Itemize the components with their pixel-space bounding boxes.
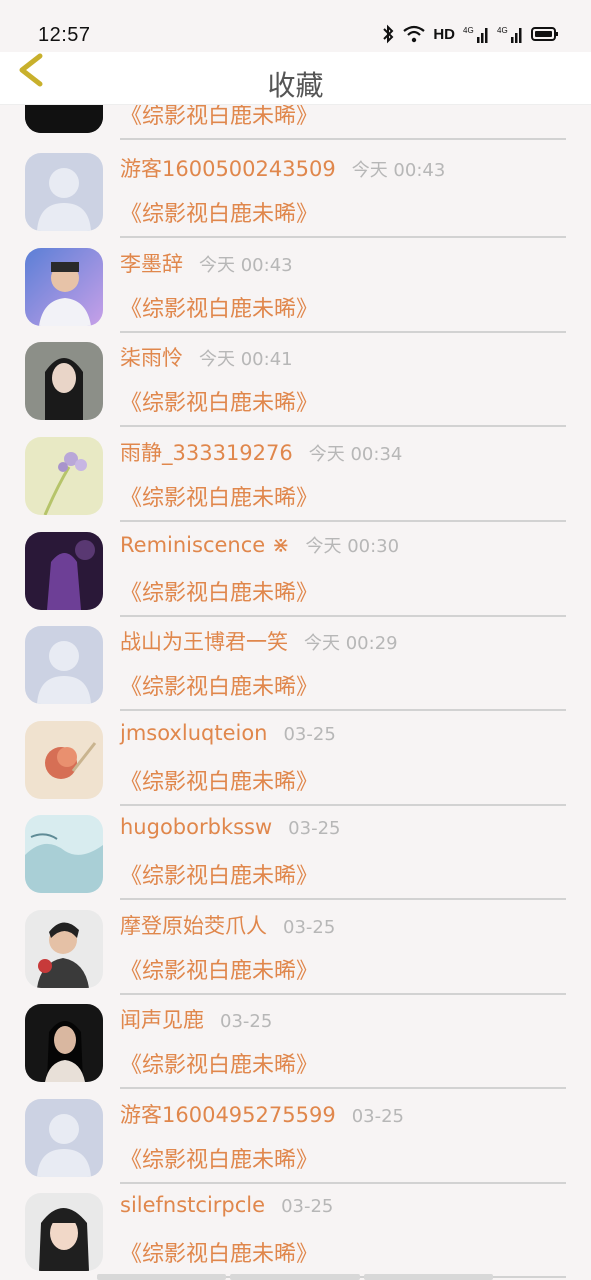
wifi-icon — [403, 25, 426, 43]
signal-icon: 4G — [497, 26, 522, 43]
timestamp: 今天 00:41 — [199, 349, 293, 370]
flower-avatar — [25, 721, 103, 799]
user-name[interactable]: 游客1600500243509 — [120, 157, 336, 181]
timestamp: 今天 00:29 — [304, 633, 398, 654]
favorite-title: 《综影视白鹿未晞》 — [120, 581, 319, 606]
timestamp: 今天 00:43 — [199, 255, 293, 276]
list-item[interactable]: hugoborbkssw 03-25 《综影视白鹿未晞》 — [0, 805, 591, 900]
default-user-avatar — [25, 153, 103, 231]
timestamp: 今天 00:34 — [308, 444, 403, 465]
avatar — [25, 248, 103, 326]
user-name[interactable]: 雨静_333319276 — [120, 441, 293, 465]
timestamp: 03-25 — [283, 724, 336, 745]
user-name[interactable]: 闻声见鹿 — [120, 1008, 204, 1032]
list-item[interactable]: Reminiscence ⋇ 今天 00:30 《综影视白鹿未晞》 — [0, 522, 591, 617]
list-item[interactable]: 柒雨怜 今天 00:41 《综影视白鹿未晞》 — [0, 332, 591, 427]
favorite-title: 《综影视白鹿未晞》 — [120, 675, 319, 700]
bluetooth-icon — [383, 24, 394, 44]
user-name[interactable]: 李墨辞 — [120, 252, 183, 276]
timestamp: 03-25 — [281, 1196, 334, 1217]
timestamp: 03-25 — [288, 818, 341, 839]
favorite-title: 《综影视白鹿未晞》 — [120, 297, 319, 322]
page-title: 收藏 — [267, 69, 324, 102]
favorite-title: 《综影视白鹿未晞》 — [120, 391, 319, 416]
avatar — [25, 1193, 103, 1271]
user-name[interactable]: hugoborbkssw — [120, 815, 272, 839]
svg-text:4G: 4G — [463, 26, 474, 35]
status-bar: 12:57 HD 4G 4G — [0, 0, 591, 52]
user-name[interactable]: jmsoxluqteion — [120, 721, 267, 745]
timestamp: 今天 00:30 — [305, 536, 400, 557]
timestamp: 03-25 — [283, 917, 336, 938]
user-name[interactable]: Reminiscence ⋇ — [120, 533, 289, 557]
favorite-title: 《综影视白鹿未晞》 — [120, 202, 319, 227]
avatar — [25, 342, 103, 420]
divider — [120, 138, 566, 140]
list-item[interactable]: 摩登原始茭爪人 03-25 《综影视白鹿未晞》 — [0, 900, 591, 995]
svg-text:4G: 4G — [497, 26, 508, 35]
user-name[interactable]: 战山为王博君一笑 — [120, 630, 288, 654]
bottom-nav-indicator — [97, 1274, 493, 1280]
default-user-avatar — [25, 626, 103, 704]
list-item[interactable]: 游客1600500243509 今天 00:43 《综影视白鹿未晞》 — [0, 143, 591, 238]
favorite-title: 《综影视白鹿未晞》 — [120, 486, 319, 511]
favorites-list: 《综影视白鹿未晞》 游客1600500243509 今天 00:43 《综影视白鹿… — [0, 0, 591, 1280]
default-user-avatar — [25, 1099, 103, 1177]
user-name[interactable]: 柒雨怜 — [120, 346, 183, 370]
list-item[interactable]: 闻声见鹿 03-25 《综影视白鹿未晞》 — [0, 994, 591, 1089]
list-item[interactable]: jmsoxluqteion 03-25 《综影视白鹿未晞》 — [0, 711, 591, 806]
network-label: HD — [433, 25, 455, 43]
signal-icon: 4G — [463, 26, 488, 43]
favorite-title: 《综影视白鹿未晞》 — [120, 1148, 319, 1173]
favorite-title: 《综影视白鹿未晞》 — [120, 864, 319, 889]
favorite-title: 《综影视白鹿未晞》 — [120, 959, 319, 984]
list-item[interactable]: 李墨辞 今天 00:43 《综影视白鹿未晞》 — [0, 238, 591, 333]
status-time: 12:57 — [38, 24, 91, 46]
user-name[interactable]: 摩登原始茭爪人 — [120, 914, 267, 938]
timestamp: 03-25 — [220, 1011, 273, 1032]
app-header: 收藏 — [0, 52, 591, 105]
list-item[interactable]: 雨静_333319276 今天 00:34 《综影视白鹿未晞》 — [0, 427, 591, 522]
avatar — [25, 1004, 103, 1082]
landscape-avatar — [25, 815, 103, 893]
list-item[interactable]: silefnstcirpcle 03-25 《综影视白鹿未晞》 — [0, 1183, 591, 1278]
avatar — [25, 910, 103, 988]
user-name[interactable]: 游客1600495275599 — [120, 1103, 336, 1127]
avatar — [25, 532, 103, 610]
list-item[interactable]: 战山为王博君一笑 今天 00:29 《综影视白鹿未晞》 — [0, 616, 591, 711]
timestamp: 今天 00:43 — [351, 160, 446, 181]
flower-avatar — [25, 437, 103, 515]
favorite-title: 《综影视白鹿未晞》 — [120, 770, 319, 795]
battery-icon — [531, 27, 558, 41]
list-item[interactable]: 游客1600495275599 03-25 《综影视白鹿未晞》 — [0, 1089, 591, 1184]
favorite-title: 《综影视白鹿未晞》 — [120, 1053, 319, 1078]
favorite-title: 《综影视白鹿未晞》 — [120, 1242, 319, 1267]
user-name[interactable]: silefnstcirpcle — [120, 1193, 265, 1217]
timestamp: 03-25 — [351, 1106, 405, 1127]
